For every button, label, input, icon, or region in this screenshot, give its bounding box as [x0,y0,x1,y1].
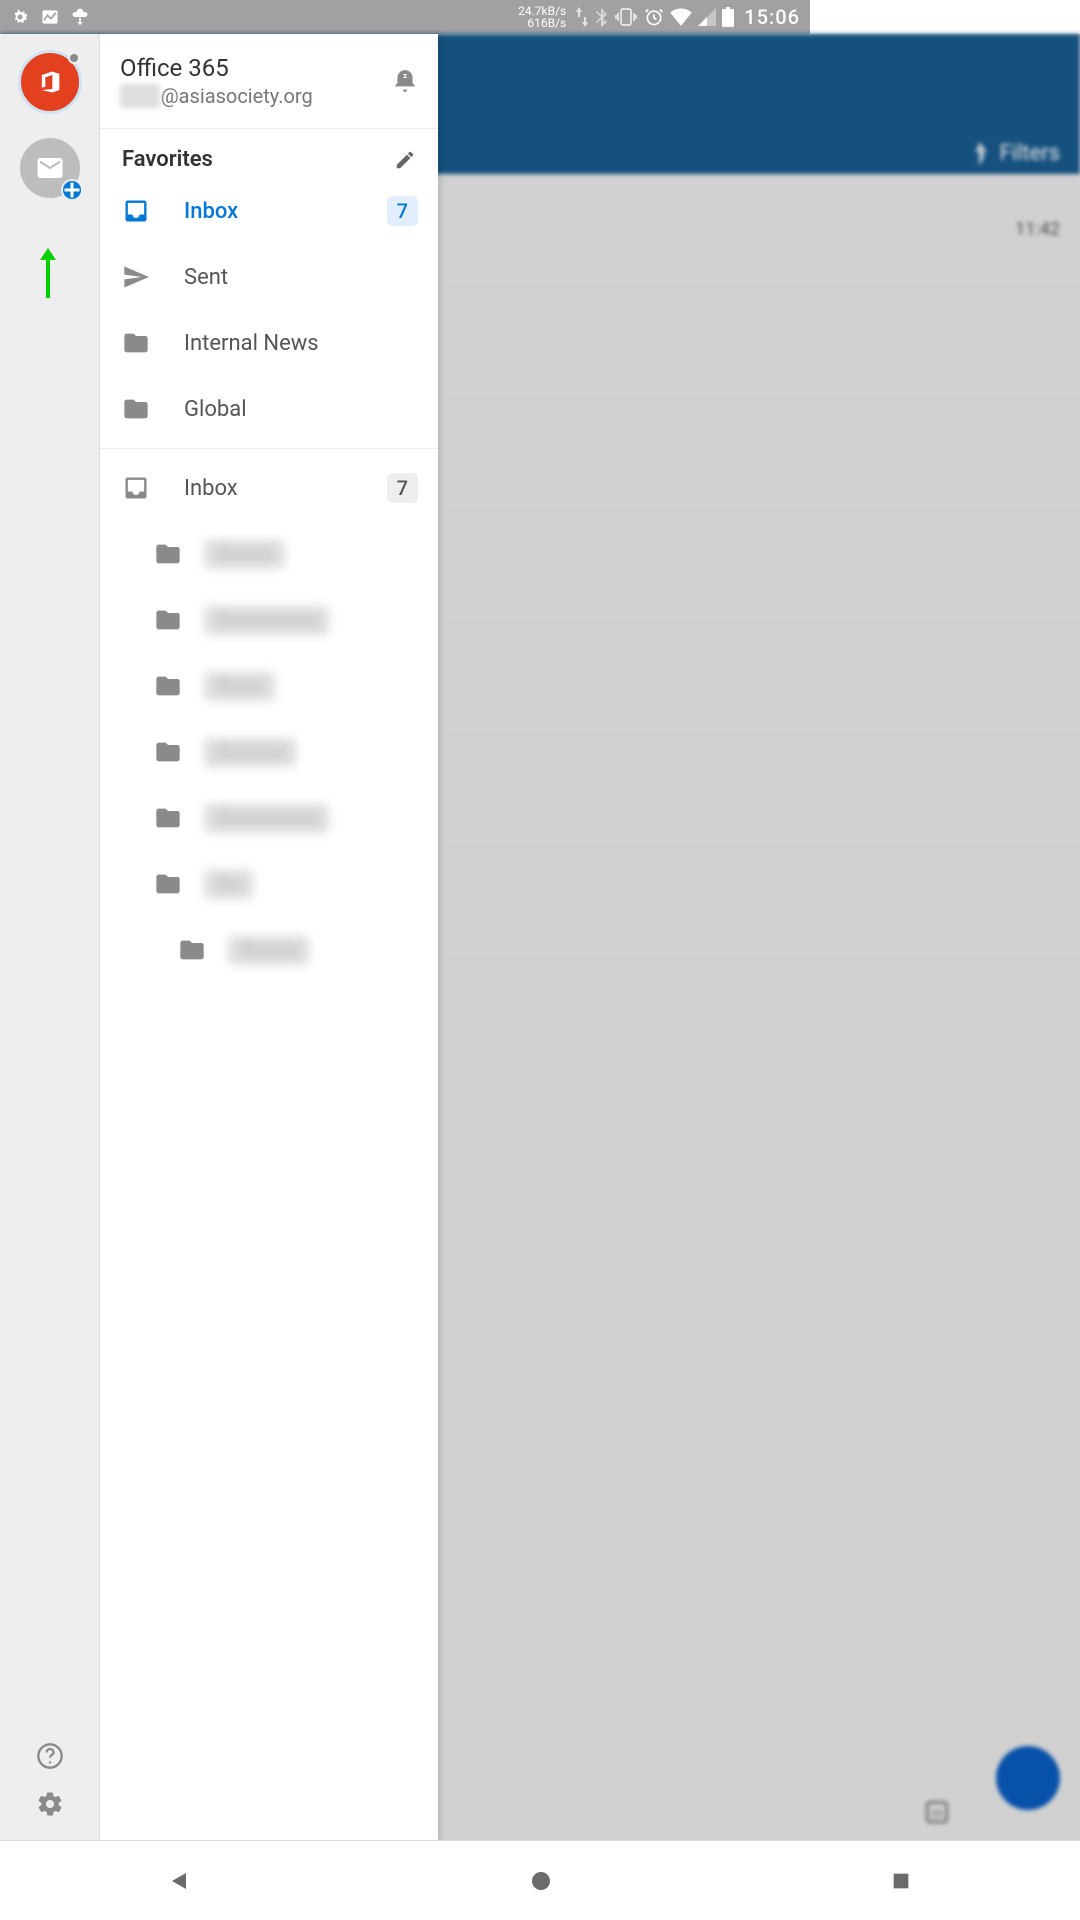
folder-list-pane: Office 365 xxxx@asiasociety.org z Favori… [99,34,438,1840]
folder-icon [122,329,150,357]
plus-badge-icon [61,179,83,201]
folder-global-favorite[interactable]: Global [100,376,438,442]
subfolder-item[interactable]: Xxxxx [100,521,438,587]
unread-badge: 7 [387,196,418,226]
annotation-arrow-icon [38,248,58,298]
folder-inbox[interactable]: Inbox 7 [100,455,438,521]
battery-icon [722,7,734,27]
chart-small-icon [40,7,60,27]
net-down-speed: 616B/s [518,17,566,29]
android-status-bar: 24.7kB/s616B/s 15:06 [0,0,810,34]
navigation-drawer: Office 365 xxxx@asiasociety.org z Favori… [0,34,438,1840]
svg-text:z: z [403,71,407,80]
bluetooth-icon [594,7,608,27]
recents-button[interactable] [890,1870,912,1892]
wifi-icon [670,8,692,26]
folder-label: Inbox [184,199,387,224]
folder-label: Global [184,397,418,422]
folder-icon [154,540,182,568]
edit-favorites-button[interactable] [394,149,416,171]
settings-button[interactable] [36,1790,64,1818]
folder-icon [122,395,150,423]
account-name: Office 365 [120,54,313,82]
folder-label: Internal News [184,331,418,356]
subfolder-item[interactable]: Xxxxxx [100,719,438,785]
vibrate-icon [614,7,638,27]
send-icon [122,263,150,291]
add-account-button[interactable] [20,138,80,198]
home-button[interactable] [529,1869,553,1893]
folder-sent-favorite[interactable]: Sent [100,244,438,310]
do-not-disturb-icon[interactable]: z [392,68,418,94]
folder-icon [154,738,182,766]
subfolder-item[interactable]: Xx [100,851,438,917]
folder-internal-news-favorite[interactable]: Internal News [100,310,438,376]
folder-icon [178,936,206,964]
back-button[interactable] [168,1869,192,1893]
folder-icon [154,672,182,700]
help-button[interactable] [36,1742,64,1770]
inbox-icon [122,197,150,225]
account-avatar-office365[interactable] [18,50,82,114]
folder-label: Inbox [184,476,387,501]
folder-label: Sent [184,265,418,290]
inbox-icon [122,474,150,502]
subfolder-item[interactable]: Xxxx [100,653,438,719]
swap-icon [576,7,588,27]
favorites-heading: Favorites [122,147,213,172]
download-small-icon [70,7,90,27]
android-nav-bar [0,1840,1080,1920]
account-header[interactable]: Office 365 xxxx@asiasociety.org z [100,34,438,129]
subfolder-item[interactable]: Xxxxxxxxx [100,785,438,851]
folder-icon [154,870,182,898]
subfolder-item[interactable]: Xxxxx [100,917,438,983]
folder-inbox-favorite[interactable]: Inbox 7 [100,178,438,244]
presence-dot [68,52,80,64]
subfolder-item[interactable]: Xxxxxxxxx [100,587,438,653]
alarm-icon [644,7,664,27]
account-email: xxxx@asiasociety.org [120,84,313,108]
unread-badge: 7 [387,473,418,503]
clock-time: 15:06 [744,5,800,29]
folder-icon [154,606,182,634]
signal-icon [698,8,716,26]
settings-small-icon [10,7,30,27]
folder-icon [154,804,182,832]
divider [100,448,438,449]
accounts-strip [0,34,99,1840]
